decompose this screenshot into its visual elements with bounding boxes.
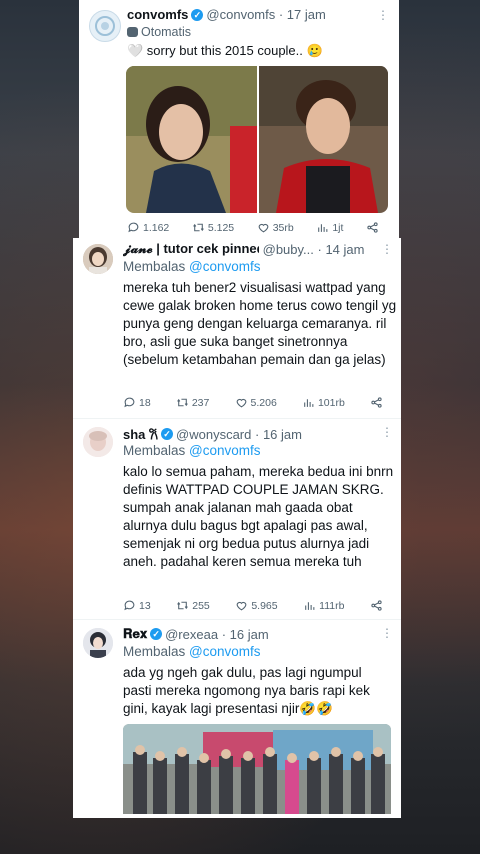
tweet-media[interactable] <box>126 66 388 213</box>
share-button[interactable] <box>366 221 379 234</box>
mention-link[interactable]: @convomfs <box>189 443 260 458</box>
timestamp[interactable]: · 14 jam <box>318 242 365 257</box>
reply-icon <box>128 222 139 233</box>
timestamp[interactable]: · 16 jam <box>222 627 269 642</box>
share-icon <box>371 397 382 408</box>
replies-card: 𝓳𝓪𝓷𝓮 | tutor cek pinned @buby... · 14 ja… <box>73 238 401 818</box>
share-icon <box>367 222 378 233</box>
avatar[interactable] <box>83 427 113 457</box>
more-icon[interactable]: ⋮ <box>381 626 394 640</box>
reply-icon <box>124 397 135 408</box>
like-icon <box>236 398 246 408</box>
replying-prefix: Membalas <box>123 644 186 659</box>
views-button[interactable]: 1jt <box>316 221 343 234</box>
retweet-icon <box>177 398 188 407</box>
bot-icon <box>127 27 138 37</box>
more-icon[interactable]: ⋮ <box>381 425 394 439</box>
action-bar: 1.162 5.125 35rb 1jt <box>127 221 379 234</box>
tweet-text: 🤍 sorry but this 2015 couple.. 🥲 <box>127 43 323 58</box>
verified-icon: ✓ <box>150 628 163 640</box>
like-count: 5.206 <box>250 396 277 409</box>
reply-count: 18 <box>139 396 151 409</box>
reply-icon <box>124 600 135 611</box>
tweet-text: kalo lo semua paham, mereka bedua ini bn… <box>123 464 394 569</box>
retweet-icon <box>177 601 189 610</box>
retweet-icon <box>193 223 204 232</box>
retweet-button[interactable]: 255 <box>176 599 210 612</box>
replying-to: Membalas @convomfs <box>123 259 261 274</box>
share-button[interactable] <box>370 396 383 409</box>
view-count: 101rb <box>317 396 345 409</box>
more-icon[interactable]: ⋮ <box>381 242 394 256</box>
like-button[interactable]: 5.206 <box>235 396 277 409</box>
replying-to: Membalas @convomfs <box>123 644 261 659</box>
views-icon <box>305 602 315 610</box>
retweet-button[interactable]: 237 <box>176 396 210 409</box>
reply-count: 13 <box>139 599 151 612</box>
view-count: 1jt <box>332 221 344 234</box>
views-button[interactable]: 111rb <box>303 599 344 612</box>
more-icon[interactable]: ⋮ <box>377 8 390 22</box>
handle[interactable]: @wonyscard <box>176 427 251 442</box>
replying-prefix: Membalas <box>123 443 186 458</box>
automated-label: Otomatis <box>141 25 192 39</box>
like-button[interactable]: 35rb <box>257 221 294 234</box>
reply-count: 1.162 <box>143 221 170 234</box>
handle[interactable]: @buby... <box>263 242 314 257</box>
reply-button[interactable]: 13 <box>123 599 151 612</box>
replying-to: Membalas @convomfs <box>123 443 261 458</box>
timestamp[interactable]: · 17 jam <box>279 7 326 22</box>
tweet-text: ada yg ngeh gak dulu, pas lagi ngumpul p… <box>123 665 370 716</box>
retweet-count: 255 <box>192 599 210 612</box>
display-name[interactable]: 𝐑𝐞𝐱 <box>123 626 147 642</box>
retweet-count: 5.125 <box>207 221 235 234</box>
reply-tweet[interactable]: sha 𐙚 ✓ @wonyscard · 16 jam ⋮ Membalas @… <box>73 419 401 617</box>
mention-link[interactable]: @convomfs <box>189 644 260 659</box>
handle[interactable]: @convomfs <box>206 7 275 22</box>
original-tweet-card[interactable]: convomfs ✓ @convomfs · 17 jam ⋮ Otomatis… <box>79 0 399 238</box>
like-button[interactable]: 5.965 <box>235 599 278 612</box>
handle[interactable]: @rexeaa <box>165 627 218 642</box>
display-name[interactable]: convomfs <box>127 7 188 22</box>
reply-button[interactable]: 1.162 <box>127 221 169 234</box>
verified-icon: ✓ <box>161 428 174 440</box>
action-bar: 18 237 5.206 101rb <box>123 396 383 409</box>
like-count: 35rb <box>272 221 294 234</box>
avatar[interactable] <box>83 244 113 274</box>
share-icon <box>371 600 382 611</box>
display-name[interactable]: sha 𐙚 <box>123 425 158 443</box>
avatar[interactable] <box>83 628 113 658</box>
views-icon <box>304 399 314 407</box>
tweet-text: mereka tuh bener2 visualisasi wattpad ya… <box>123 280 397 367</box>
tweet-media[interactable] <box>123 724 391 814</box>
reply-tweet[interactable]: 𝐑𝐞𝐱 ✓ @rexeaa · 16 jam ⋮ Membalas @convo… <box>73 620 401 818</box>
replying-prefix: Membalas <box>123 259 186 274</box>
timestamp[interactable]: · 16 jam <box>255 427 302 442</box>
like-icon <box>258 223 269 233</box>
like-icon <box>236 601 247 611</box>
reply-button[interactable]: 18 <box>123 396 151 409</box>
action-bar: 13 255 5.965 111rb <box>123 599 383 612</box>
view-count: 111rb <box>319 599 345 612</box>
verified-icon: ✓ <box>191 8 204 21</box>
mention-link[interactable]: @convomfs <box>189 259 260 274</box>
display-name[interactable]: 𝓳𝓪𝓷𝓮 | tutor cek pinned <box>123 241 259 257</box>
retweet-count: 237 <box>191 396 210 409</box>
like-count: 5.965 <box>251 599 278 612</box>
views-button[interactable]: 101rb <box>302 396 345 409</box>
share-button[interactable] <box>370 599 383 612</box>
retweet-button[interactable]: 5.125 <box>192 221 234 234</box>
reply-tweet[interactable]: 𝓳𝓪𝓷𝓮 | tutor cek pinned @buby... · 14 ja… <box>73 238 401 418</box>
views-icon <box>318 224 328 232</box>
avatar[interactable] <box>89 10 121 42</box>
